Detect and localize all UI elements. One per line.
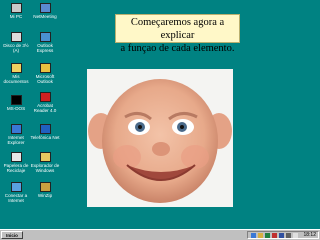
desktop-icon-floppy[interactable]: Disco de 3½ (A) bbox=[0, 32, 32, 53]
desktop-icon-netmeeting[interactable]: NetMeeting bbox=[29, 3, 61, 19]
tray-app-icon[interactable] bbox=[265, 233, 270, 238]
desktop-icon-telefonica-net[interactable]: Telefónica Net bbox=[29, 124, 61, 140]
desktop-icon-label: MS-DOS bbox=[6, 106, 26, 111]
desktop-icon-label: WinZip bbox=[37, 193, 53, 198]
desktop-icon-microsoft-outlook[interactable]: Microsoft Outlook bbox=[29, 63, 61, 84]
desktop-icon-label: Acrobat Reader 4.0 bbox=[33, 103, 57, 113]
desktop-icon-msdos[interactable]: MS-DOS bbox=[0, 95, 32, 111]
tray-network-icon[interactable] bbox=[251, 233, 256, 238]
tray-app-icon[interactable] bbox=[293, 233, 298, 238]
desktop-icon-label: Telefónica Net bbox=[30, 135, 60, 140]
desktop-icon-outlook-express[interactable]: Outlook Express bbox=[29, 32, 61, 53]
desktop-icon-label: Conectar a Internet bbox=[4, 193, 28, 203]
desktop-icon-label: Disco de 3½ (A) bbox=[3, 43, 29, 53]
tray-app-icon[interactable] bbox=[279, 233, 284, 238]
winzip-icon bbox=[39, 182, 51, 192]
desktop-icon-my-computer[interactable]: Mi PC bbox=[0, 3, 32, 19]
tray-app-icon[interactable] bbox=[258, 233, 263, 238]
baby-face-illustration bbox=[88, 79, 232, 203]
connect-internet-icon bbox=[10, 182, 22, 192]
desktop-icon-label: Mis documentos bbox=[3, 74, 29, 84]
floppy-icon bbox=[10, 32, 22, 42]
desktop-icon-connect-internet[interactable]: Conectar a Internet bbox=[0, 182, 32, 203]
desktop-icon-recycle-bin[interactable]: Papelera de Reciclaje bbox=[0, 152, 32, 173]
desktop-icon-label: Papelera de Reciclaje bbox=[3, 163, 29, 173]
telefonica-net-icon bbox=[39, 124, 51, 134]
desktop-icon-label: Outlook Express bbox=[36, 43, 54, 53]
desktop-icon-label: Mi PC bbox=[9, 14, 23, 19]
desktop-icon-label: Internet Explorer bbox=[7, 135, 25, 145]
netmeeting-icon bbox=[39, 3, 51, 13]
desktop-icon-winzip[interactable]: WinZip bbox=[29, 182, 61, 198]
desktop-icon-windows-explorer[interactable]: Explorador de Windows bbox=[29, 152, 61, 173]
outlook-express-icon bbox=[39, 32, 51, 42]
acrobat-reader-icon bbox=[39, 92, 51, 102]
caption-line-2: a funçao de cada elemento. bbox=[120, 43, 235, 54]
my-documents-icon bbox=[10, 63, 22, 73]
caption-line-1: Começaremos agora a explicar bbox=[130, 17, 225, 41]
tray-app-icon[interactable] bbox=[272, 233, 277, 238]
system-tray: 18:12 bbox=[247, 231, 319, 239]
windows-explorer-icon bbox=[39, 152, 51, 162]
internet-explorer-icon bbox=[10, 124, 22, 134]
baby-face-photo bbox=[87, 69, 233, 207]
my-computer-icon bbox=[10, 3, 22, 13]
desktop-icon-my-documents[interactable]: Mis documentos bbox=[0, 63, 32, 84]
desktop-icon-label: Microsoft Outlook bbox=[35, 74, 55, 84]
desktop: Mi PC Disco de 3½ (A) Mis documentos MS-… bbox=[0, 0, 320, 229]
caption-box: Começaremos agora a explicar a funçao de… bbox=[115, 14, 240, 54]
desktop-icon-acrobat-reader[interactable]: Acrobat Reader 4.0 bbox=[29, 92, 61, 113]
desktop-icon-label: NetMeeting bbox=[33, 14, 57, 19]
tray-volume-icon[interactable] bbox=[286, 233, 291, 238]
recycle-bin-icon bbox=[10, 152, 22, 162]
desktop-icon-label: Explorador de Windows bbox=[30, 163, 60, 173]
desktop-icon-internet-explorer[interactable]: Internet Explorer bbox=[0, 124, 32, 145]
taskbar-clock[interactable]: 18:12 bbox=[303, 232, 316, 239]
msdos-icon bbox=[10, 95, 22, 105]
taskbar: Inicio 18:12 bbox=[0, 229, 320, 240]
microsoft-outlook-icon bbox=[39, 63, 51, 73]
start-button[interactable]: Inicio bbox=[1, 231, 23, 239]
